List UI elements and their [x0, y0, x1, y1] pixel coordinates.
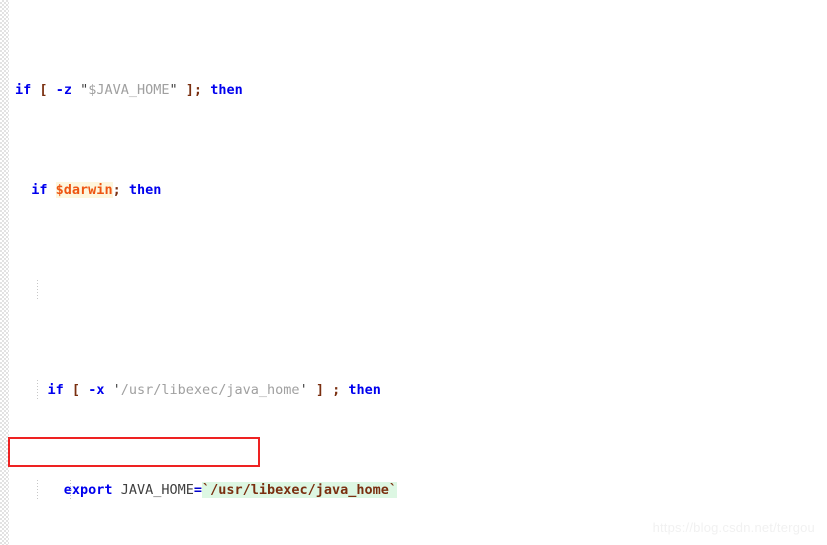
code-line[interactable]: if [ -z "$JAVA_HOME" ]; then: [9, 80, 827, 100]
indent-guide: [37, 480, 38, 500]
token-keyword: if: [31, 182, 48, 198]
code-content[interactable]: if [ -z "$JAVA_HOME" ]; then if $darwin;…: [9, 0, 827, 545]
token-flag: -z: [55, 82, 72, 98]
token-keyword: if: [47, 382, 64, 398]
token-string: /usr/libexec/java_home: [120, 382, 300, 398]
token-bracket: [: [39, 82, 48, 98]
token-keyword: then: [348, 382, 381, 398]
token-keyword: then: [128, 182, 162, 198]
token-flag: -x: [88, 382, 105, 398]
token-variable: $darwin: [55, 182, 113, 198]
indent-guide: [37, 280, 38, 300]
token-command-substitution: `/usr/libexec/java_home`: [201, 482, 398, 498]
indent-guide: [70, 480, 71, 500]
token-operator: =: [193, 482, 202, 498]
editor-gutter: [0, 0, 9, 545]
token-keyword: export: [63, 482, 113, 498]
code-line-blank[interactable]: [9, 280, 827, 300]
token-keyword: if: [15, 82, 32, 98]
token-keyword: then: [210, 82, 243, 98]
code-editor[interactable]: if [ -z "$JAVA_HOME" ]; then if $darwin;…: [0, 0, 827, 545]
code-line[interactable]: export JAVA_HOME=`/usr/libexec/java_home…: [9, 480, 827, 500]
code-line[interactable]: if $darwin; then: [9, 180, 827, 200]
token-string: $JAVA_HOME: [88, 82, 170, 98]
indent-guide: [37, 380, 38, 400]
code-line[interactable]: if [ -x '/usr/libexec/java_home' ] ; the…: [9, 380, 827, 400]
watermark-text: https://blog.csdn.net/tergou: [652, 520, 815, 535]
